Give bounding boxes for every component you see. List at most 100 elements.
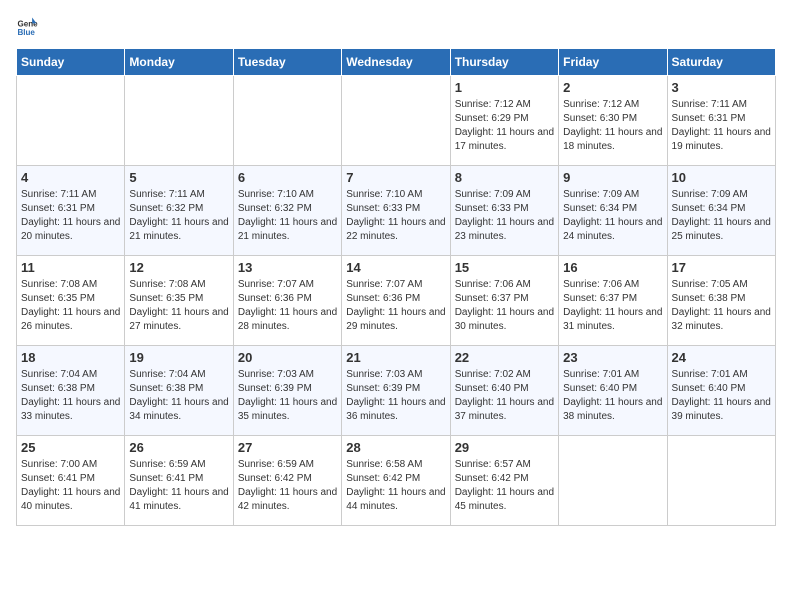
day-number: 20 [238,350,337,365]
day-number: 18 [21,350,120,365]
logo: General Blue [16,16,40,38]
day-cell: 27 Sunrise: 6:59 AMSunset: 6:42 PMDayligh… [233,436,341,526]
day-number: 2 [563,80,662,95]
weekday-header-row: SundayMondayTuesdayWednesdayThursdayFrid… [17,49,776,76]
day-number: 9 [563,170,662,185]
day-cell: 10 Sunrise: 7:09 AMSunset: 6:34 PMDayligh… [667,166,775,256]
day-cell: 16Sunrise: 7:06 AMSunset: 6:37 PMDayligh… [559,256,667,346]
day-number: 14 [346,260,445,275]
day-number: 19 [129,350,228,365]
day-cell: 4 Sunrise: 7:11 AMSunset: 6:31 PMDaylight… [17,166,125,256]
day-info: Sunrise: 7:00 AMSunset: 6:41 PMDaylight:… [21,458,120,514]
day-info: Sunrise: 7:05 AMSunset: 6:38 PMDaylight:… [672,278,771,334]
day-info: Sunrise: 7:07 AMSunset: 6:36 PMDaylight:… [238,278,337,334]
day-number: 8 [455,170,554,185]
day-number: 7 [346,170,445,185]
day-number: 1 [455,80,554,95]
day-cell: 1 Sunrise: 7:12 AMSunset: 6:29 PMDaylight… [450,76,558,166]
day-cell: 22 Sunrise: 7:02 AMSunset: 6:40 PMDayligh… [450,346,558,436]
day-cell: 28 Sunrise: 6:58 AMSunset: 6:42 PMDayligh… [342,436,450,526]
day-number: 6 [238,170,337,185]
day-cell: 15 Sunrise: 7:06 AMSunset: 6:37 PMDayligh… [450,256,558,346]
day-info: Sunrise: 6:59 AMSunset: 6:41 PMDaylight:… [129,458,228,514]
weekday-header-sunday: Sunday [17,49,125,76]
day-info: Sunrise: 7:04 AMSunset: 6:38 PMDaylight:… [129,368,228,424]
day-cell: 25 Sunrise: 7:00 AMSunset: 6:41 PMDayligh… [17,436,125,526]
day-info: Sunrise: 7:09 AMSunset: 6:34 PMDaylight:… [672,188,771,244]
day-cell: 20Sunrise: 7:03 AMSunset: 6:39 PMDayligh… [233,346,341,436]
day-cell: 19 Sunrise: 7:04 AMSunset: 6:38 PMDayligh… [125,346,233,436]
day-info: Sunrise: 7:08 AMSunset: 6:35 PMDaylight:… [21,278,120,334]
day-cell: 12 Sunrise: 7:08 AMSunset: 6:35 PMDayligh… [125,256,233,346]
day-info: Sunrise: 7:10 AMSunset: 6:33 PMDaylight:… [346,188,445,244]
day-info: Sunrise: 7:09 AMSunset: 6:34 PMDaylight:… [563,188,662,244]
weekday-header-thursday: Thursday [450,49,558,76]
day-info: Sunrise: 7:02 AMSunset: 6:40 PMDaylight:… [455,368,554,424]
day-cell: 29 Sunrise: 6:57 AMSunset: 6:42 PMDayligh… [450,436,558,526]
day-info: Sunrise: 7:07 AMSunset: 6:36 PMDaylight:… [346,278,445,334]
day-cell: 2 Sunrise: 7:12 AMSunset: 6:30 PMDaylight… [559,76,667,166]
day-cell: 11 Sunrise: 7:08 AMSunset: 6:35 PMDayligh… [17,256,125,346]
day-info: Sunrise: 7:04 AMSunset: 6:38 PMDaylight:… [21,368,120,424]
day-info: Sunrise: 7:10 AMSunset: 6:32 PMDaylight:… [238,188,337,244]
day-number: 27 [238,440,337,455]
day-cell [233,76,341,166]
day-cell: 18 Sunrise: 7:04 AMSunset: 6:38 PMDayligh… [17,346,125,436]
day-info: Sunrise: 6:58 AMSunset: 6:42 PMDaylight:… [346,458,445,514]
day-cell [17,76,125,166]
day-info: Sunrise: 7:11 AMSunset: 6:31 PMDaylight:… [672,98,771,154]
calendar-table: SundayMondayTuesdayWednesdayThursdayFrid… [16,48,776,526]
day-info: Sunrise: 6:57 AMSunset: 6:42 PMDaylight:… [455,458,554,514]
day-number: 12 [129,260,228,275]
day-info: Sunrise: 7:08 AMSunset: 6:35 PMDaylight:… [129,278,228,334]
day-number: 11 [21,260,120,275]
day-cell [559,436,667,526]
svg-text:General: General [17,19,38,28]
day-number: 4 [21,170,120,185]
day-number: 22 [455,350,554,365]
day-number: 21 [346,350,445,365]
weekday-header-saturday: Saturday [667,49,775,76]
weekday-header-tuesday: Tuesday [233,49,341,76]
day-cell: 6 Sunrise: 7:10 AMSunset: 6:32 PMDaylight… [233,166,341,256]
day-number: 17 [672,260,771,275]
day-cell: 13 Sunrise: 7:07 AMSunset: 6:36 PMDayligh… [233,256,341,346]
weekday-header-wednesday: Wednesday [342,49,450,76]
day-cell: 24 Sunrise: 7:01 AMSunset: 6:40 PMDayligh… [667,346,775,436]
day-number: 15 [455,260,554,275]
week-row-4: 18 Sunrise: 7:04 AMSunset: 6:38 PMDayligh… [17,346,776,436]
day-info: Sunrise: 7:09 AMSunset: 6:33 PMDaylight:… [455,188,554,244]
day-number: 28 [346,440,445,455]
day-cell: 7 Sunrise: 7:10 AMSunset: 6:33 PMDaylight… [342,166,450,256]
weekday-header-friday: Friday [559,49,667,76]
day-cell: 9 Sunrise: 7:09 AMSunset: 6:34 PMDaylight… [559,166,667,256]
day-number: 13 [238,260,337,275]
day-number: 3 [672,80,771,95]
day-info: Sunrise: 7:12 AMSunset: 6:29 PMDaylight:… [455,98,554,154]
day-number: 25 [21,440,120,455]
day-info: Sunrise: 7:01 AMSunset: 6:40 PMDaylight:… [672,368,771,424]
week-row-1: 1 Sunrise: 7:12 AMSunset: 6:29 PMDaylight… [17,76,776,166]
day-info: Sunrise: 7:06 AMSunset: 6:37 PMDaylight:… [455,278,554,334]
day-cell [125,76,233,166]
day-info: Sunrise: 6:59 AMSunset: 6:42 PMDaylight:… [238,458,337,514]
day-number: 29 [455,440,554,455]
day-number: 24 [672,350,771,365]
day-number: 5 [129,170,228,185]
logo-icon: General Blue [16,16,38,38]
day-cell [342,76,450,166]
day-cell: 3 Sunrise: 7:11 AMSunset: 6:31 PMDaylight… [667,76,775,166]
day-cell: 5Sunrise: 7:11 AMSunset: 6:32 PMDaylight… [125,166,233,256]
day-cell: 23Sunrise: 7:01 AMSunset: 6:40 PMDayligh… [559,346,667,436]
day-cell: 14 Sunrise: 7:07 AMSunset: 6:36 PMDayligh… [342,256,450,346]
day-info: Sunrise: 7:11 AMSunset: 6:31 PMDaylight:… [21,188,120,244]
svg-text:Blue: Blue [17,28,35,37]
day-cell: 21 Sunrise: 7:03 AMSunset: 6:39 PMDayligh… [342,346,450,436]
day-info: Sunrise: 7:03 AMSunset: 6:39 PMDaylight:… [346,368,445,424]
day-number: 26 [129,440,228,455]
day-cell: 26 Sunrise: 6:59 AMSunset: 6:41 PMDayligh… [125,436,233,526]
week-row-5: 25 Sunrise: 7:00 AMSunset: 6:41 PMDayligh… [17,436,776,526]
day-info: Sunrise: 7:12 AMSunset: 6:30 PMDaylight:… [563,98,662,154]
page-header: General Blue [16,16,776,38]
day-number: 10 [672,170,771,185]
